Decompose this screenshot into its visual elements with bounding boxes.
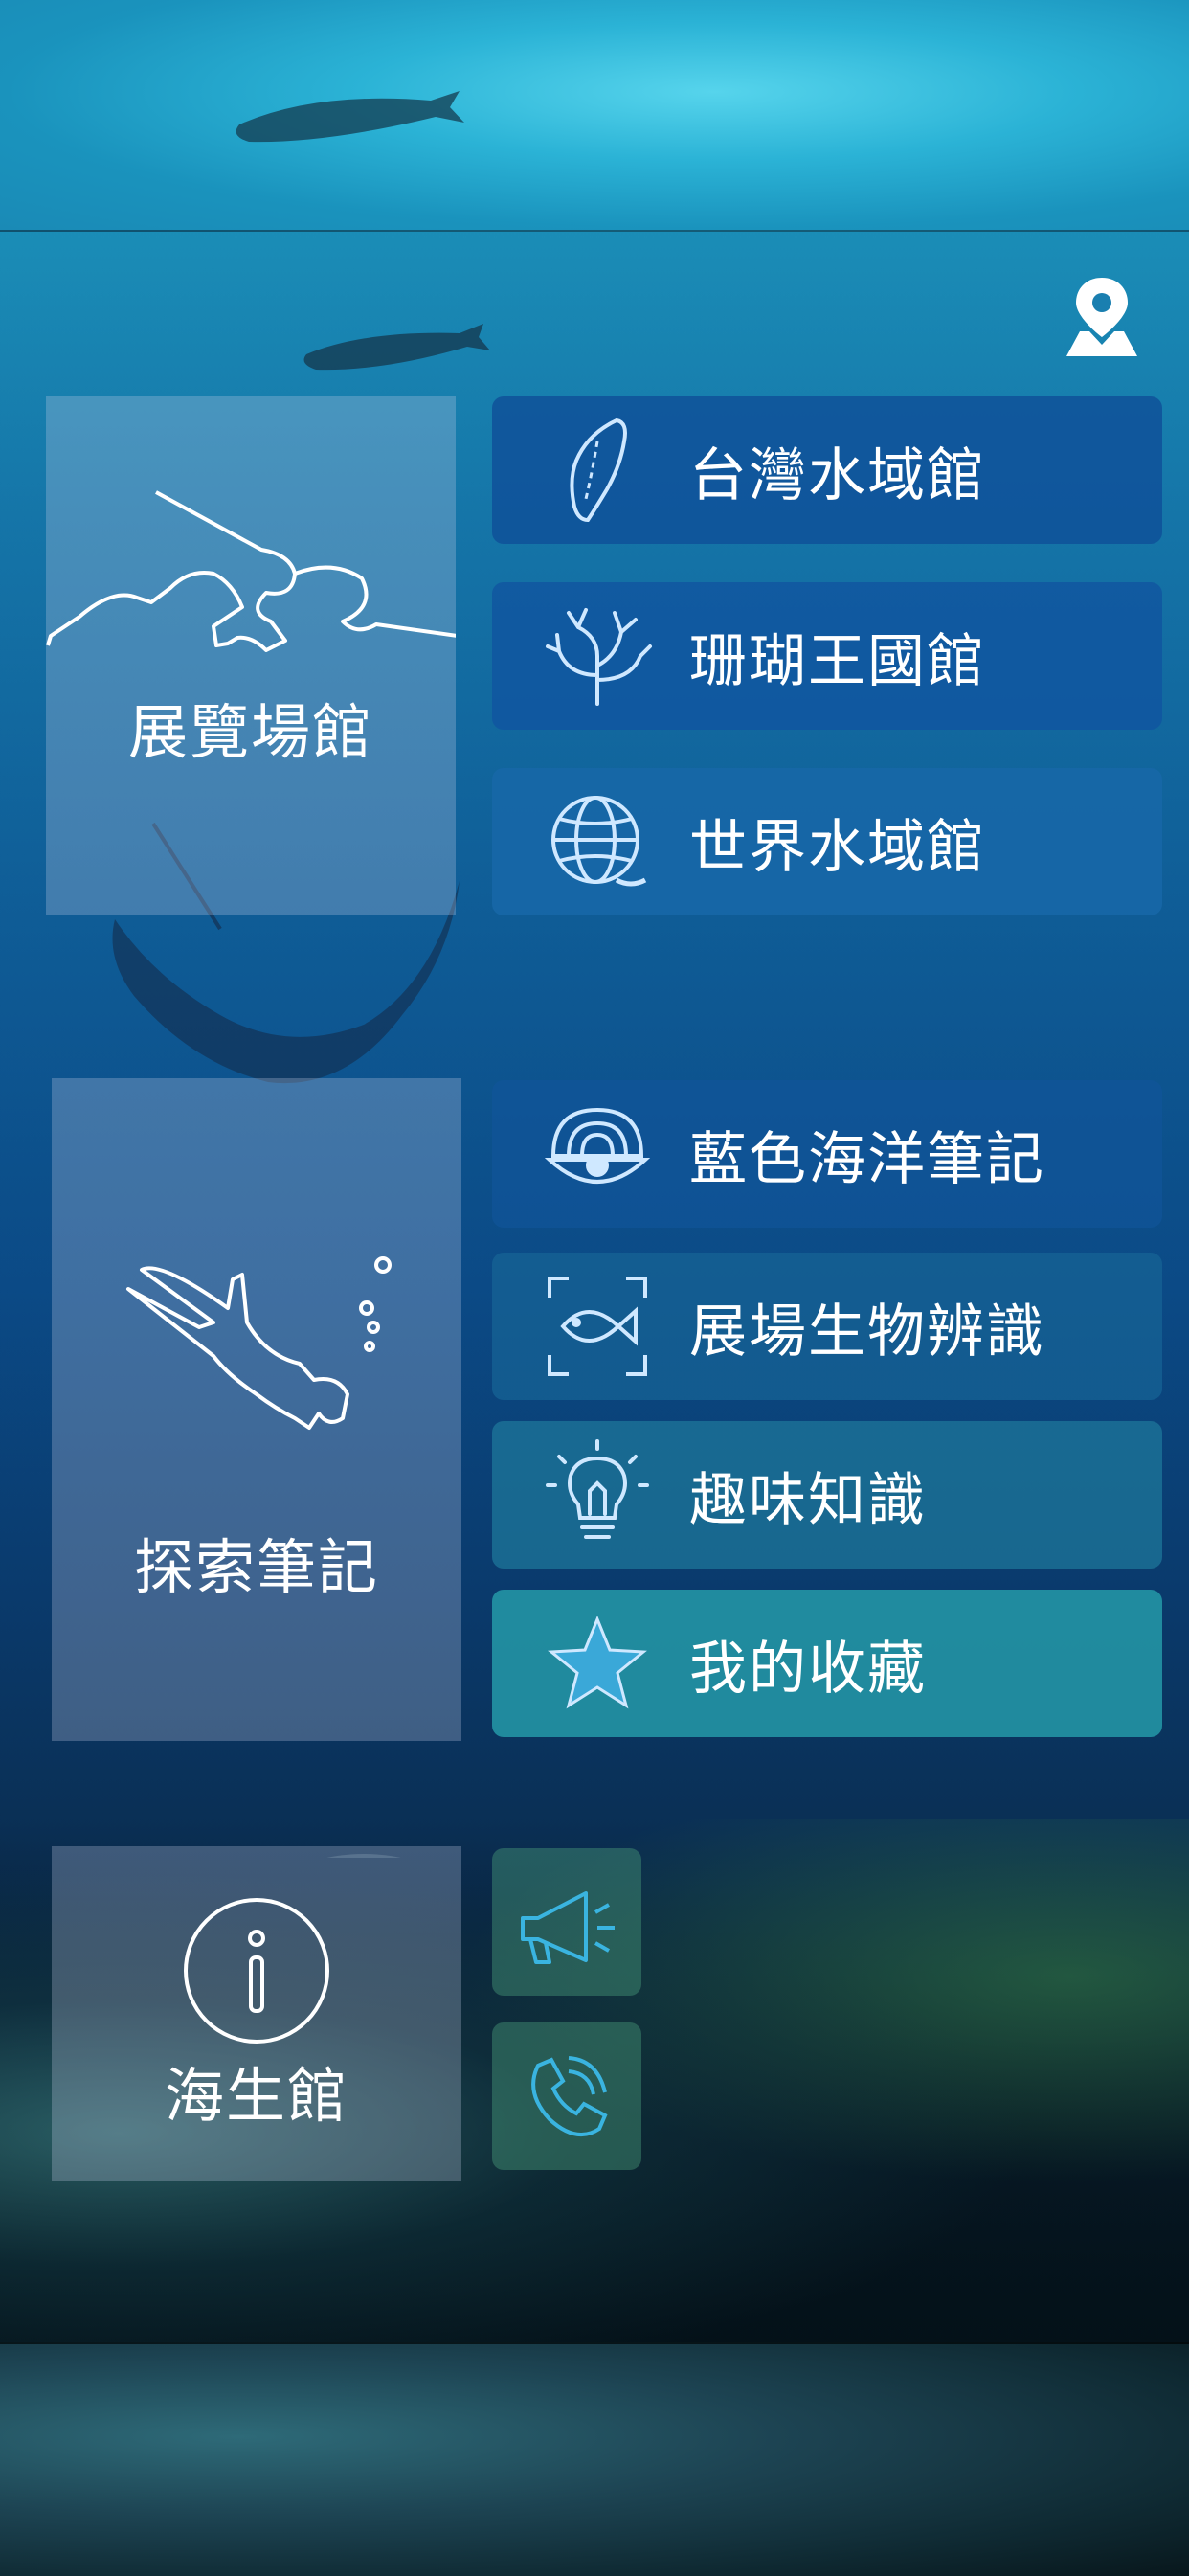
menu-world-hall-label: 世界水域館 xyxy=(689,813,986,881)
exhibit-panel-label: 展覽場館 xyxy=(127,697,373,767)
exhibit-panel[interactable]: 展覽場館 xyxy=(46,396,456,915)
narwhal-outline-icon xyxy=(46,490,456,652)
star-icon xyxy=(548,1616,647,1709)
map-pin-button[interactable] xyxy=(1059,274,1145,360)
diver-icon xyxy=(126,1256,392,1430)
explore-panel-label: 探索筆記 xyxy=(133,1532,379,1602)
menu-taiwan-hall-label: 台灣水域館 xyxy=(689,441,986,509)
menu-taiwan-hall[interactable]: 台灣水域館 xyxy=(492,396,1162,544)
info-panel[interactable]: 海生館 xyxy=(52,1846,461,2181)
explore-panel[interactable]: 探索筆記 xyxy=(52,1078,461,1741)
ocean-surface-background xyxy=(0,0,1189,232)
taiwan-icon xyxy=(570,418,627,523)
menu-species-id[interactable]: 展場生物辨識 xyxy=(492,1253,1162,1400)
phone-icon xyxy=(531,2056,608,2137)
megaphone-icon xyxy=(521,1891,615,1964)
menu-world-hall[interactable]: 世界水域館 xyxy=(492,768,1162,915)
menu-coral-hall-label: 珊瑚王國館 xyxy=(689,627,986,695)
menu-fun-facts[interactable]: 趣味知識 xyxy=(492,1421,1162,1569)
coral-icon xyxy=(546,608,652,706)
announcements-button[interactable] xyxy=(492,1848,641,1996)
map-pin-icon xyxy=(1066,278,1137,356)
lightbulb-icon xyxy=(546,1439,649,1539)
menu-coral-hall[interactable]: 珊瑚王國館 xyxy=(492,582,1162,730)
menu-ocean-notes[interactable]: 藍色海洋筆記 xyxy=(492,1080,1162,1228)
fish-scan-icon xyxy=(548,1277,647,1376)
shell-pearl-icon xyxy=(544,1107,651,1184)
info-icon xyxy=(184,1898,329,2044)
whale-shark-silhouette xyxy=(236,91,464,143)
menu-favorites[interactable]: 我的收藏 xyxy=(492,1590,1162,1737)
reef-floor-background xyxy=(0,2342,1189,2576)
menu-fun-facts-label: 趣味知識 xyxy=(689,1466,927,1534)
globe-icon xyxy=(551,796,647,887)
menu-species-id-label: 展場生物辨識 xyxy=(689,1298,1045,1366)
menu-ocean-notes-label: 藍色海洋筆記 xyxy=(689,1125,1045,1193)
menu-favorites-label: 我的收藏 xyxy=(689,1635,927,1703)
info-panel-label: 海生館 xyxy=(164,2061,348,2131)
contact-phone-button[interactable] xyxy=(492,2022,641,2170)
